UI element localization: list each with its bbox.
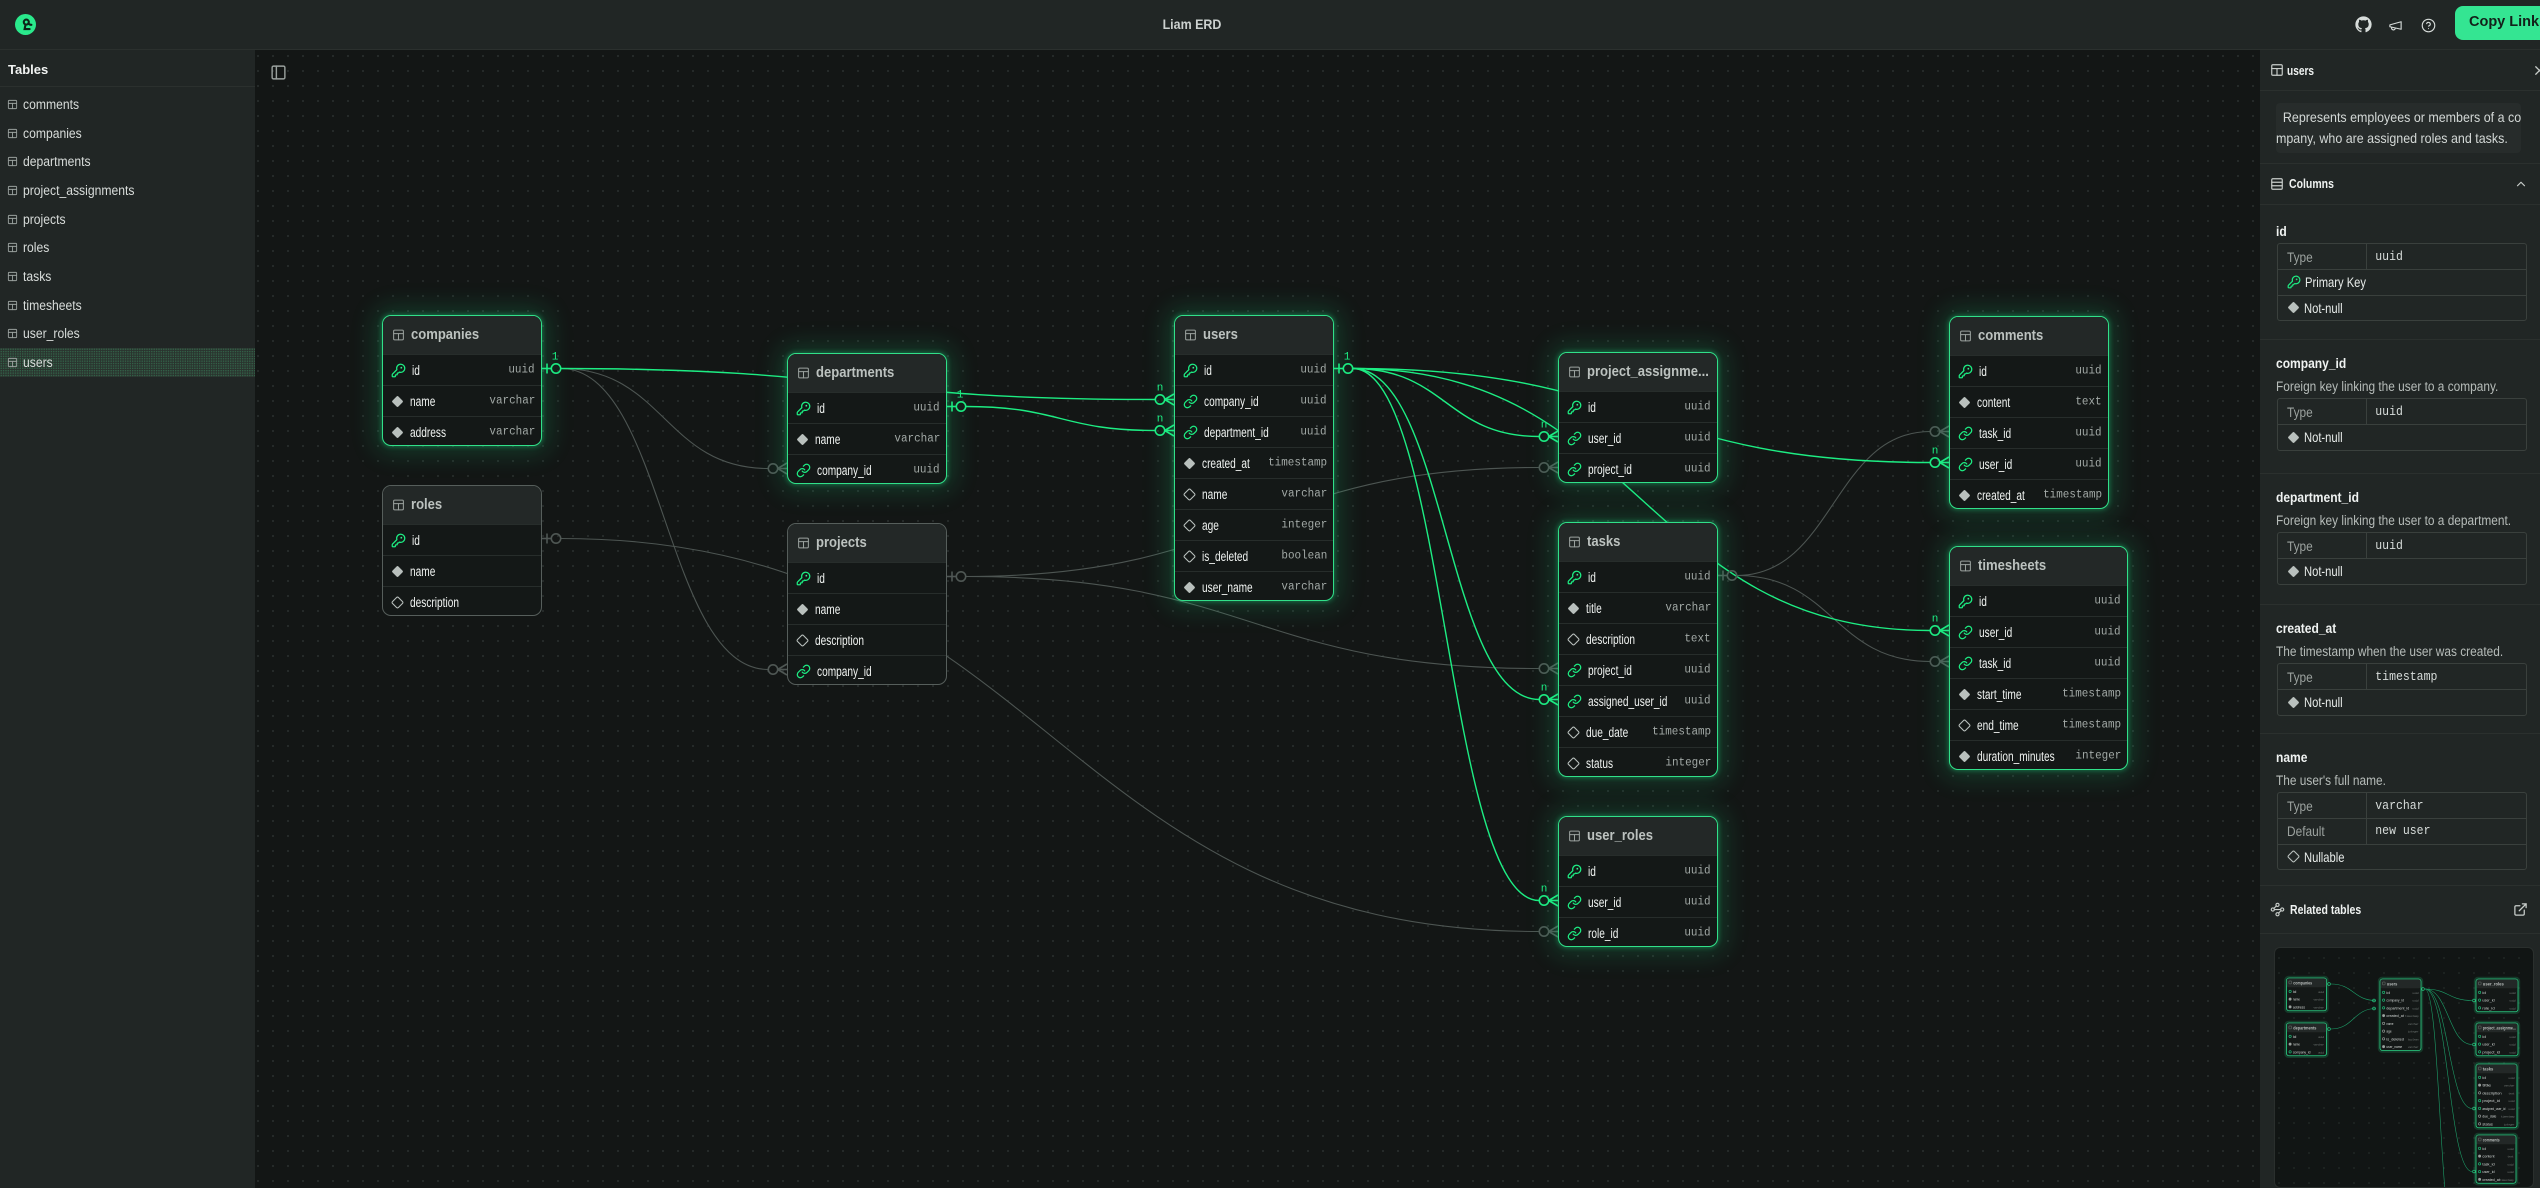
svg-text:company_id: company_id xyxy=(2386,998,2404,1003)
svg-text:user_name: user_name xyxy=(2386,1044,2402,1049)
svg-text:uuid: uuid xyxy=(2510,991,2516,995)
svg-text:uuid: uuid xyxy=(2413,991,2419,995)
svg-text:uuid: uuid xyxy=(2509,1107,2515,1111)
svg-text:timestamp: timestamp xyxy=(2500,1178,2514,1182)
svg-text:uuid: uuid xyxy=(2509,1099,2515,1103)
svg-text:assigned_user_id: assigned_user_id xyxy=(2482,1106,2505,1111)
svg-text:age: age xyxy=(2386,1029,2391,1034)
svg-text:uuid: uuid xyxy=(2510,1043,2516,1047)
svg-text:varchar: varchar xyxy=(2408,1022,2419,1026)
svg-text:user_id: user_id xyxy=(2482,1042,2494,1047)
svg-text:project_id: project_id xyxy=(2482,1049,2500,1054)
svg-text:varchar: varchar xyxy=(2314,998,2325,1002)
svg-text:uuid: uuid xyxy=(2508,1162,2514,1166)
svg-text:id: id xyxy=(2386,990,2390,995)
svg-text:uuid: uuid xyxy=(2318,1035,2324,1039)
svg-text:varchar: varchar xyxy=(2314,1005,2325,1009)
svg-text:is_deleted: is_deleted xyxy=(2386,1036,2404,1041)
svg-text:id: id xyxy=(2482,990,2486,995)
svg-text:uuid: uuid xyxy=(2413,1006,2419,1010)
svg-text:varchar: varchar xyxy=(2408,1045,2419,1049)
svg-text:varchar: varchar xyxy=(2314,1043,2325,1047)
svg-text:users: users xyxy=(2387,982,2398,987)
svg-text:1: 1 xyxy=(957,390,964,402)
svg-text:created_at: created_at xyxy=(2386,1013,2404,1018)
svg-text:id: id xyxy=(2293,1034,2297,1039)
svg-text:title: title xyxy=(2482,1083,2491,1088)
svg-text:due_date: due_date xyxy=(2482,1114,2496,1119)
svg-text:description: description xyxy=(2482,1090,2501,1095)
svg-text:departments: departments xyxy=(2293,1026,2317,1031)
svg-text:n: n xyxy=(1157,383,1164,395)
svg-text:name: name xyxy=(2386,1021,2393,1026)
svg-text:integer: integer xyxy=(2504,1122,2515,1126)
svg-text:id: id xyxy=(2482,1075,2486,1080)
svg-text:n: n xyxy=(1932,614,1939,626)
svg-text:boolean: boolean xyxy=(2408,1037,2419,1041)
svg-text:1: 1 xyxy=(552,352,559,364)
svg-text:varchar: varchar xyxy=(2504,1084,2515,1088)
svg-text:address: address xyxy=(2293,1004,2305,1009)
svg-text:n: n xyxy=(1157,414,1164,426)
svg-text:timestamp: timestamp xyxy=(2501,1115,2515,1119)
svg-text:uuid: uuid xyxy=(2318,990,2324,994)
svg-text:uuid: uuid xyxy=(2508,1170,2514,1174)
svg-text:n: n xyxy=(1541,884,1548,896)
svg-text:uuid: uuid xyxy=(2508,1147,2514,1151)
svg-text:name: name xyxy=(2293,997,2300,1002)
svg-text:n: n xyxy=(1541,420,1548,432)
svg-text:role_id: role_id xyxy=(2482,1005,2494,1010)
svg-text:id: id xyxy=(2482,1034,2486,1039)
svg-text:user_id: user_id xyxy=(2482,998,2494,1003)
svg-text:n: n xyxy=(1541,683,1548,695)
svg-text:companies: companies xyxy=(2293,981,2312,986)
svg-text:uuid: uuid xyxy=(2318,1050,2324,1054)
svg-text:timestamp: timestamp xyxy=(2405,1014,2419,1018)
svg-text:project_id: project_id xyxy=(2482,1098,2500,1103)
svg-text:uuid: uuid xyxy=(2510,999,2516,1003)
svg-text:uuid: uuid xyxy=(2510,1006,2516,1010)
svg-text:company_id: company_id xyxy=(2293,1049,2311,1054)
svg-text:user_id: user_id xyxy=(2482,1169,2494,1174)
svg-text:status: status xyxy=(2482,1121,2493,1126)
svg-text:created_at: created_at xyxy=(2482,1177,2500,1182)
svg-text:n: n xyxy=(1932,446,1939,458)
svg-text:1: 1 xyxy=(1344,352,1351,364)
svg-text:uuid: uuid xyxy=(2509,1076,2515,1080)
svg-text:uuid: uuid xyxy=(2510,1050,2516,1054)
svg-text:text: text xyxy=(2508,1156,2514,1159)
svg-text:integer: integer xyxy=(2408,1030,2419,1034)
svg-text:department_id: department_id xyxy=(2386,1005,2409,1010)
svg-text:id: id xyxy=(2482,1146,2486,1151)
svg-text:user_roles: user_roles xyxy=(2483,982,2505,987)
svg-text:content: content xyxy=(2482,1154,2495,1159)
svg-text:uuid: uuid xyxy=(2510,1035,2516,1039)
svg-text:task_id: task_id xyxy=(2482,1161,2494,1166)
svg-text:text: text xyxy=(2509,1092,2515,1095)
svg-text:tasks: tasks xyxy=(2483,1067,2494,1072)
svg-text:name: name xyxy=(2293,1042,2300,1047)
svg-text:project_assignme...: project_assignme... xyxy=(2483,1026,2516,1031)
svg-text:comments: comments xyxy=(2483,1138,2500,1143)
svg-text:id: id xyxy=(2293,989,2297,994)
svg-text:uuid: uuid xyxy=(2413,999,2419,1003)
